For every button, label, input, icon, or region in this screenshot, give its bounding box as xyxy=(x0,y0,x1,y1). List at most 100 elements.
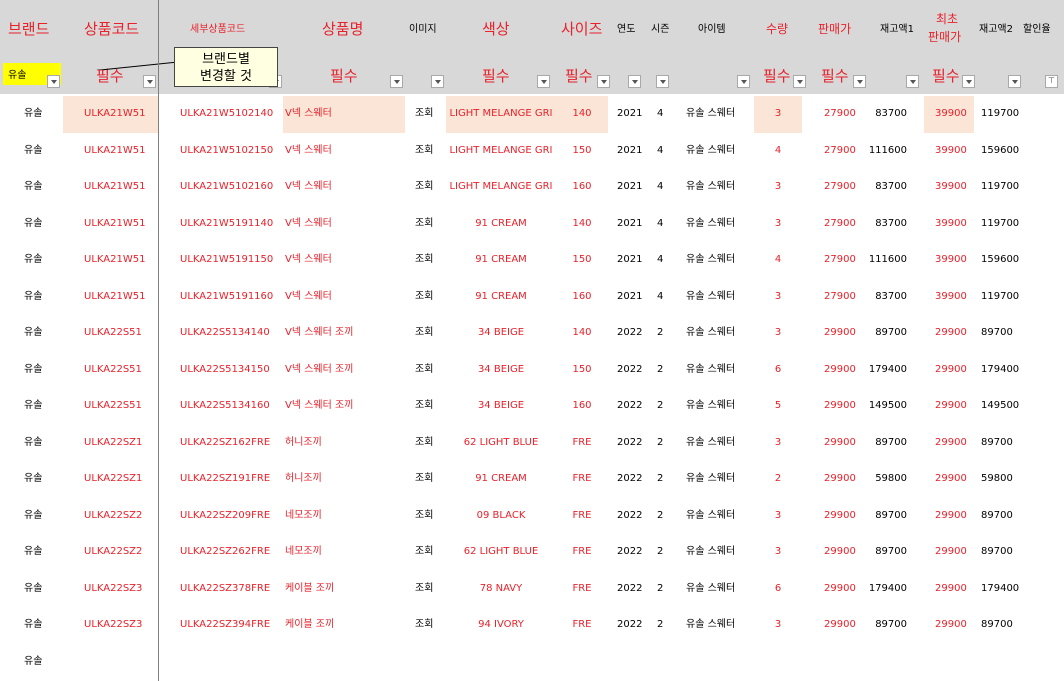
filter-dropdown-season[interactable] xyxy=(656,75,669,88)
cell-item: 유솔 스웨터 xyxy=(686,473,736,484)
cell-image-lookup[interactable]: 조회 xyxy=(415,109,433,119)
cell-brand: 유솔 xyxy=(24,655,43,667)
header-discount[interactable]: 할인율 xyxy=(1023,25,1051,35)
cell-item: 유솔 스웨터 xyxy=(686,217,736,229)
header-initial-price-line1[interactable]: 최초 xyxy=(936,13,958,25)
cell-year: 2022 xyxy=(617,509,643,521)
header-initial-price-line2[interactable]: 판매가 xyxy=(928,31,961,43)
header-stock1[interactable]: 재고액1 xyxy=(880,25,914,35)
cell-image-lookup[interactable]: 조회 xyxy=(415,182,433,192)
cell-detail-code: ULKA22SZ191FRE xyxy=(180,473,271,484)
cell-image-lookup[interactable]: 조회 xyxy=(415,364,433,375)
cell-color: 62 LIGHT BLUE xyxy=(463,437,539,448)
cell-season: 4 xyxy=(657,217,664,229)
filter-dropdown-price[interactable] xyxy=(853,75,866,88)
cell-image-lookup[interactable]: 조회 xyxy=(415,510,433,521)
cell-color: 94 IVORY xyxy=(478,620,524,630)
cell-price: 27900 xyxy=(824,108,856,119)
header-item[interactable]: 아이템 xyxy=(698,25,726,35)
cell-initial-price: 39900 xyxy=(935,254,967,265)
cell-season: 2 xyxy=(657,473,664,484)
cell-stock2: 119700 xyxy=(981,217,1020,229)
cell-item: 유솔 스웨터 xyxy=(686,509,736,521)
cell-image-lookup[interactable]: 조회 xyxy=(415,474,433,484)
header-product-code[interactable]: 상품코드 xyxy=(84,22,139,37)
cell-stock2: 89700 xyxy=(981,509,1013,521)
cell-season: 4 xyxy=(657,144,664,156)
filter-dropdown-year[interactable] xyxy=(628,75,641,88)
header-qty[interactable]: 수량 xyxy=(766,23,788,35)
header-product-name[interactable]: 상품명 xyxy=(322,22,363,37)
cell-year: 2022 xyxy=(617,473,643,484)
required-qty: 필수 xyxy=(763,67,791,85)
brand-filter-value: 유솔 xyxy=(8,70,27,81)
required-price: 필수 xyxy=(821,67,849,85)
table-row: 유솔 ULKA22SZ1 ULKA22SZ191FRE 허니조끼 조회 91 CREAM F… xyxy=(0,461,1064,498)
cell-stock2: 119700 xyxy=(981,108,1020,119)
cell-item: 유솔 스웨터 xyxy=(686,400,736,411)
cell-image-lookup[interactable]: 조회 xyxy=(415,620,433,630)
header-color[interactable]: 색상 xyxy=(482,22,510,37)
cell-image-lookup[interactable]: 조회 xyxy=(415,583,433,594)
filter-dropdown-stock2[interactable] xyxy=(1008,75,1021,88)
cell-item: 유솔 스웨터 xyxy=(686,436,736,448)
cell-image-lookup[interactable]: 조회 xyxy=(415,401,433,411)
cell-color: 91 CREAM xyxy=(475,255,527,265)
cell-qty: 3 xyxy=(774,510,782,521)
cell-season: 2 xyxy=(657,327,664,338)
cell-season: 2 xyxy=(657,509,664,521)
cell-image-lookup[interactable]: 조회 xyxy=(415,291,433,302)
cell-initial-price: 39900 xyxy=(935,217,967,229)
cell-image-lookup[interactable]: 조회 xyxy=(415,218,433,229)
cell-year: 2021 xyxy=(617,181,643,192)
cell-brand: 유솔 xyxy=(24,619,43,630)
cell-brand: 유솔 xyxy=(24,400,43,411)
header-season[interactable]: 시즌 xyxy=(651,25,669,35)
cell-stock1: 89700 xyxy=(875,509,907,521)
cell-image-lookup[interactable]: 조회 xyxy=(415,547,433,557)
cell-item: 유솔 스웨터 xyxy=(686,363,736,375)
filter-active-icon[interactable] xyxy=(1045,75,1058,88)
cell-item: 유솔 스웨터 xyxy=(686,254,736,265)
cell-image-lookup[interactable]: 조회 xyxy=(415,145,433,156)
filter-dropdown-product-name[interactable] xyxy=(390,75,403,88)
cell-initial-price: 29900 xyxy=(935,546,967,557)
cell-initial-price: 29900 xyxy=(935,473,967,484)
header-detail-code[interactable]: 세부상품코드 xyxy=(190,25,245,35)
filter-dropdown-image[interactable] xyxy=(431,75,444,88)
cell-initial-price: 39900 xyxy=(935,181,967,192)
filter-dropdown-qty[interactable] xyxy=(793,75,806,88)
filter-dropdown-color[interactable] xyxy=(537,75,550,88)
cell-image-lookup[interactable]: 조회 xyxy=(415,437,433,448)
header-year[interactable]: 연도 xyxy=(617,25,635,35)
cell-price: 29900 xyxy=(824,400,856,411)
cell-price: 29900 xyxy=(824,473,856,484)
cell-brand: 유솔 xyxy=(24,217,43,229)
header-price[interactable]: 판매가 xyxy=(818,23,851,35)
filter-dropdown-item[interactable] xyxy=(737,75,750,88)
cell-price: 29900 xyxy=(824,619,856,630)
cell-product-code: ULKA22SZ3 xyxy=(84,619,143,630)
cell-size: 150 xyxy=(572,255,592,265)
filter-dropdown-brand[interactable] xyxy=(47,75,60,88)
cell-image-lookup[interactable]: 조회 xyxy=(415,328,433,338)
cell-stock2: 119700 xyxy=(981,290,1020,302)
cell-stock2: 119700 xyxy=(981,181,1020,192)
header-brand[interactable]: 브랜드 xyxy=(8,22,49,37)
cell-size: FRE xyxy=(572,583,592,594)
cell-brand: 유솔 xyxy=(24,144,43,156)
filter-dropdown-initial-price[interactable] xyxy=(962,75,975,88)
filter-dropdown-size[interactable] xyxy=(597,75,610,88)
cell-season: 2 xyxy=(657,546,664,557)
cell-qty: 2 xyxy=(774,474,782,484)
header-size[interactable]: 사이즈 xyxy=(561,22,602,37)
filter-dropdown-product-code[interactable] xyxy=(143,75,156,88)
header-image[interactable]: 이미지 xyxy=(409,25,437,35)
cell-product-name: V넥 스웨터 xyxy=(285,144,332,156)
filter-dropdown-stock1[interactable] xyxy=(906,75,919,88)
cell-color: 34 BEIGE xyxy=(477,401,525,411)
header-stock2[interactable]: 재고액2 xyxy=(979,25,1013,35)
cell-price: 29900 xyxy=(824,327,856,338)
cell-product-code: ULKA22SZ1 xyxy=(84,473,143,484)
cell-image-lookup[interactable]: 조회 xyxy=(415,255,433,265)
